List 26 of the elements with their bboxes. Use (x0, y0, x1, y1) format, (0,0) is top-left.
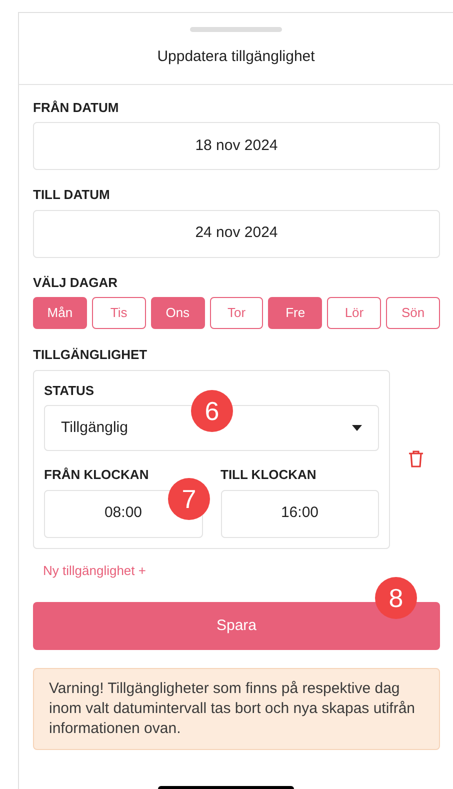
step-callout-tooltip: 8 (375, 577, 417, 619)
sheet-title: Uppdatera tillgänglighet (156, 47, 316, 67)
step-callout-tooltip: 7 (168, 478, 210, 520)
date-field[interactable]: 18 nov 2024 (33, 122, 440, 170)
drag-handle[interactable] (190, 27, 282, 32)
field-label: FRÅN KLOCKAN (44, 466, 149, 484)
day-toggle[interactable]: Fre (268, 297, 322, 329)
field-label: FRÅN DATUM (33, 98, 119, 116)
field-label: VÄLJ DAGAR (33, 274, 118, 292)
day-toggle[interactable]: Tis (92, 297, 146, 329)
day-toggle[interactable]: Tor (210, 297, 264, 329)
day-toggle[interactable]: Lör (327, 297, 382, 329)
day-toggle[interactable]: Sön (386, 297, 440, 329)
field-label: TILLGÄNGLIGHET (33, 346, 148, 364)
add-availability-link[interactable]: Ny tillgänglighet + (43, 560, 146, 580)
field-label: STATUS (44, 382, 94, 400)
delete-icon[interactable] (408, 450, 424, 468)
caret-icon (352, 425, 362, 431)
date-field[interactable]: 24 nov 2024 (33, 210, 440, 258)
step-callout-tooltip: 6 (191, 390, 233, 432)
warning-message: Varning! Tillgängligheter som finns på respektive dag inom valt datumintervall tas bort och nya skapas utifrån informationen ovan. (33, 668, 440, 750)
field-label: TILL KLOCKAN (220, 466, 316, 484)
time-field[interactable]: 16:00 (220, 490, 379, 538)
field-label: TILL DATUM (33, 186, 110, 204)
day-toggle[interactable]: Mån (33, 297, 87, 329)
day-toggle[interactable]: Ons (150, 297, 205, 329)
